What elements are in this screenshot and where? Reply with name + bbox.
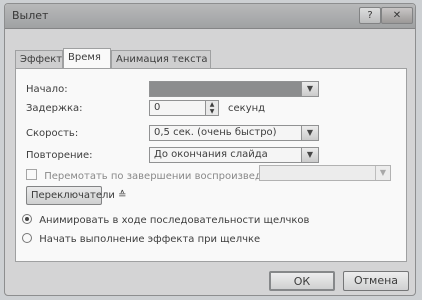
radio-on-click-label: Начать выполнение эффекта при щелчке <box>39 234 261 245</box>
radio-sequence[interactable]: Анимировать в ходе последовательности ще… <box>22 214 309 226</box>
radio-button[interactable] <box>22 233 32 243</box>
chevron-down-icon: ▼ <box>301 148 318 162</box>
dialog-window: Вылет ? ✕ Эффект Время Анимация текста Н… <box>4 3 416 296</box>
start-label: Начало: <box>26 84 68 95</box>
title-bar[interactable]: Вылет ? ✕ <box>5 4 415 29</box>
dialog-title: Вылет <box>12 9 49 22</box>
trigger-shape-dropdown[interactable]: ▼ <box>259 165 391 181</box>
repeat-label: Повторение: <box>26 150 93 161</box>
repeat-value: До окончания слайда <box>154 149 268 160</box>
start-dropdown[interactable]: ▼ <box>149 81 319 97</box>
chevron-down-icon: ▼ <box>375 166 390 180</box>
delay-label: Задержка: <box>26 103 83 114</box>
cancel-button[interactable]: Отмена <box>343 271 409 291</box>
tab-text-animation[interactable]: Анимация текста <box>111 50 211 68</box>
rewind-option[interactable]: Перемотать по завершении воспроизведения <box>26 169 287 182</box>
delay-unit: секунд <box>228 103 266 114</box>
repeat-dropdown[interactable]: До окончания слайда ▼ <box>149 147 319 163</box>
triggers-button[interactable]: Переключатели ≙ <box>26 186 127 205</box>
rewind-checkbox[interactable] <box>26 169 37 180</box>
rewind-label: Перемотать по завершении воспроизведения <box>44 171 288 182</box>
radio-button[interactable] <box>22 214 32 224</box>
speed-value: 0,5 сек. (очень быстро) <box>154 127 277 138</box>
speed-dropdown[interactable]: 0,5 сек. (очень быстро) ▼ <box>149 125 319 141</box>
help-button[interactable]: ? <box>359 7 381 24</box>
tab-timing[interactable]: Время <box>63 48 111 68</box>
delay-value: 0 <box>154 102 161 113</box>
tab-effect[interactable]: Эффект <box>15 50 63 68</box>
triggers-label: Переключатели <box>31 190 115 201</box>
spin-arrows-icon[interactable]: ▲ ▼ <box>205 101 218 115</box>
ok-button[interactable]: ОК <box>269 271 335 291</box>
delay-spinner[interactable]: 0 ▲ ▼ <box>149 100 219 116</box>
radio-on-click[interactable]: Начать выполнение эффекта при щелчке <box>22 233 260 245</box>
close-button[interactable]: ✕ <box>381 7 413 24</box>
chevron-down-icon: ▼ <box>301 82 318 96</box>
radio-sequence-label: Анимировать в ходе последовательности ще… <box>39 215 310 226</box>
speed-label: Скорость: <box>26 128 79 139</box>
chevron-down-icon: ▼ <box>301 126 318 140</box>
collapse-arrows-icon: ≙ <box>118 190 127 201</box>
